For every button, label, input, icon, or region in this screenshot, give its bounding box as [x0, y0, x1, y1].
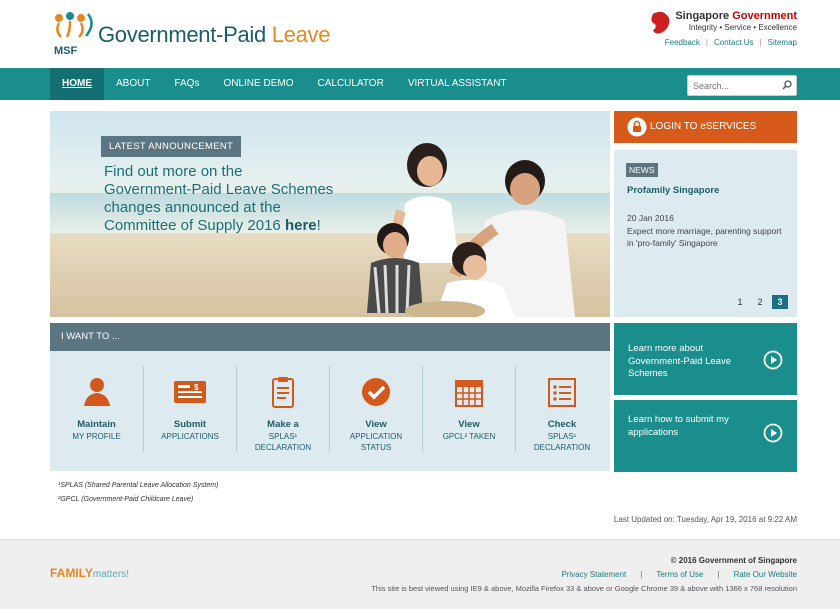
lion-head-icon: [651, 11, 670, 34]
rate-link[interactable]: Rate Our Website: [734, 570, 797, 579]
tile-sub: APPLICATIONS: [161, 432, 219, 441]
promo-learn-submit[interactable]: Learn how to submit my applications: [614, 400, 797, 472]
tile-view-application-status[interactable]: View APPLICATION STATUS: [329, 366, 422, 452]
msf-logo[interactable]: MSF: [50, 10, 100, 58]
announcement-here-link[interactable]: here: [285, 217, 317, 234]
footer-links: Privacy Statement | Terms of Use | Rate Our …: [561, 570, 797, 579]
tile-sub: MY PROFILE: [72, 432, 121, 441]
news-pager: 1 2 3: [728, 295, 788, 309]
brand-accent: Leave: [271, 22, 331, 47]
promo-text: Learn how to submit my applications: [628, 414, 729, 438]
tile-sub: GPCL² TAKEN: [442, 432, 496, 441]
search-input[interactable]: [688, 76, 776, 96]
search-icon[interactable]: [782, 80, 792, 90]
nav-faqs[interactable]: FAQs: [162, 68, 211, 100]
clipboard-icon: [272, 377, 294, 408]
user-icon: [83, 378, 110, 406]
login-eservices-button[interactable]: LOGIN TO eSERVICES: [614, 111, 797, 143]
last-updated: Last Updated on: Tuesday, Apr 19, 2016 a…: [613, 515, 797, 524]
list-icon: [548, 378, 576, 407]
check-circle-icon: [362, 378, 390, 406]
copyright: © 2016 Government of Singapore: [670, 556, 797, 565]
tile-bold: Check: [547, 419, 577, 430]
pager-page-3[interactable]: 3: [772, 295, 788, 309]
tile-maintain-profile[interactable]: Maintain MY PROFILE: [50, 366, 143, 452]
sitemap-link[interactable]: Sitemap: [768, 38, 797, 47]
top-links: Feedback | Contact Us | Sitemap: [664, 38, 797, 47]
terms-link[interactable]: Terms of Use: [656, 570, 703, 579]
announcement-text: Find out more on the Government-Paid Lea…: [104, 163, 334, 234]
news-tag: NEWS: [626, 163, 658, 177]
lock-icon: [627, 117, 647, 137]
pager-page-2[interactable]: 2: [752, 295, 768, 309]
footnote-splas: ¹SPLAS (Shared Parental Leave Allocation…: [58, 482, 219, 489]
tile-check-splas-declaration[interactable]: Check SPLAS¹ DECLARATION: [515, 366, 608, 452]
site-brand[interactable]: Government-Paid Leave: [98, 22, 330, 48]
gov-name: Singapore Government: [675, 10, 797, 22]
i-want-to-title: I WANT TO ...: [50, 323, 610, 351]
site-footer: FAMILYmatters! © 2016 Government of Sing…: [0, 539, 840, 609]
i-want-to-panel: I WANT TO ... Maintain MY PROFILE $ Subm…: [50, 323, 610, 471]
news-title[interactable]: Profamily Singapore: [627, 185, 719, 196]
tile-make-splas-declaration[interactable]: Make a SPLAS¹ DECLARATION: [236, 366, 329, 452]
best-viewed-note: This site is best viewed using IE9 & abo…: [371, 584, 797, 593]
login-label: LOGIN TO eSERVICES: [650, 121, 757, 132]
msf-logo-text: MSF: [54, 45, 78, 57]
news-desc[interactable]: Expect more marriage, parenting support …: [627, 226, 787, 249]
pager-page-1[interactable]: 1: [732, 295, 748, 309]
nav-virtual-assistant[interactable]: VIRTUAL ASSISTANT: [396, 68, 519, 100]
form-icon: $: [174, 381, 206, 403]
nav-home[interactable]: HOME: [50, 68, 104, 100]
play-icon: [763, 350, 783, 370]
tile-sub: APPLICATION STATUS: [349, 432, 403, 452]
footnote-gpcl: ²GPCL (Government-Paid Childcare Leave): [58, 496, 194, 503]
svg-text:$: $: [194, 383, 199, 392]
tile-bold: View: [458, 419, 480, 430]
news-date: 20 Jan 2016: [627, 213, 674, 223]
tile-bold: Submit: [173, 419, 207, 430]
brand-main: Government-Paid: [98, 22, 266, 47]
site-header: MSF Government-Paid Leave Singapore Gove…: [0, 0, 840, 68]
family-beach-photo: [367, 143, 575, 317]
nav-online-demo[interactable]: ONLINE DEMO: [211, 68, 305, 100]
tile-bold: View: [365, 419, 387, 430]
tile-sub: SPLAS¹ DECLARATION: [254, 432, 312, 452]
privacy-link[interactable]: Privacy Statement: [561, 570, 626, 579]
news-panel: NEWS Profamily Singapore 20 Jan 2016 Exp…: [614, 150, 797, 317]
contact-link[interactable]: Contact Us: [714, 38, 754, 47]
nav-calculator[interactable]: CALCULATOR: [305, 68, 395, 100]
gov-tagline: Integrity • Service • Excellence: [688, 23, 797, 32]
play-icon: [763, 423, 783, 443]
gov-branding: Singapore Government Integrity • Service…: [651, 10, 797, 34]
tile-view-gpcl-taken[interactable]: View GPCL² TAKEN: [422, 366, 515, 452]
search-box: [687, 75, 797, 96]
tile-submit-applications[interactable]: $ Submit APPLICATIONS: [143, 366, 236, 452]
tile-sub: SPLAS¹ DECLARATION: [533, 432, 591, 452]
promo-learn-schemes[interactable]: Learn more about Government-Paid Leave S…: [614, 323, 797, 395]
tile-bold: Maintain: [77, 419, 116, 430]
calendar-icon: [455, 380, 483, 407]
announcement-label: LATEST ANNOUNCEMENT: [101, 136, 242, 157]
action-tiles: Maintain MY PROFILE $ Submit APPLICATION…: [50, 366, 610, 452]
tile-bold: Make a: [267, 419, 299, 430]
nav-about[interactable]: ABOUT: [104, 68, 162, 100]
feedback-link[interactable]: Feedback: [665, 38, 700, 47]
promo-text: Learn more about Government-Paid Leave S…: [628, 343, 731, 379]
family-matters-logo[interactable]: FAMILYmatters!: [50, 566, 129, 580]
